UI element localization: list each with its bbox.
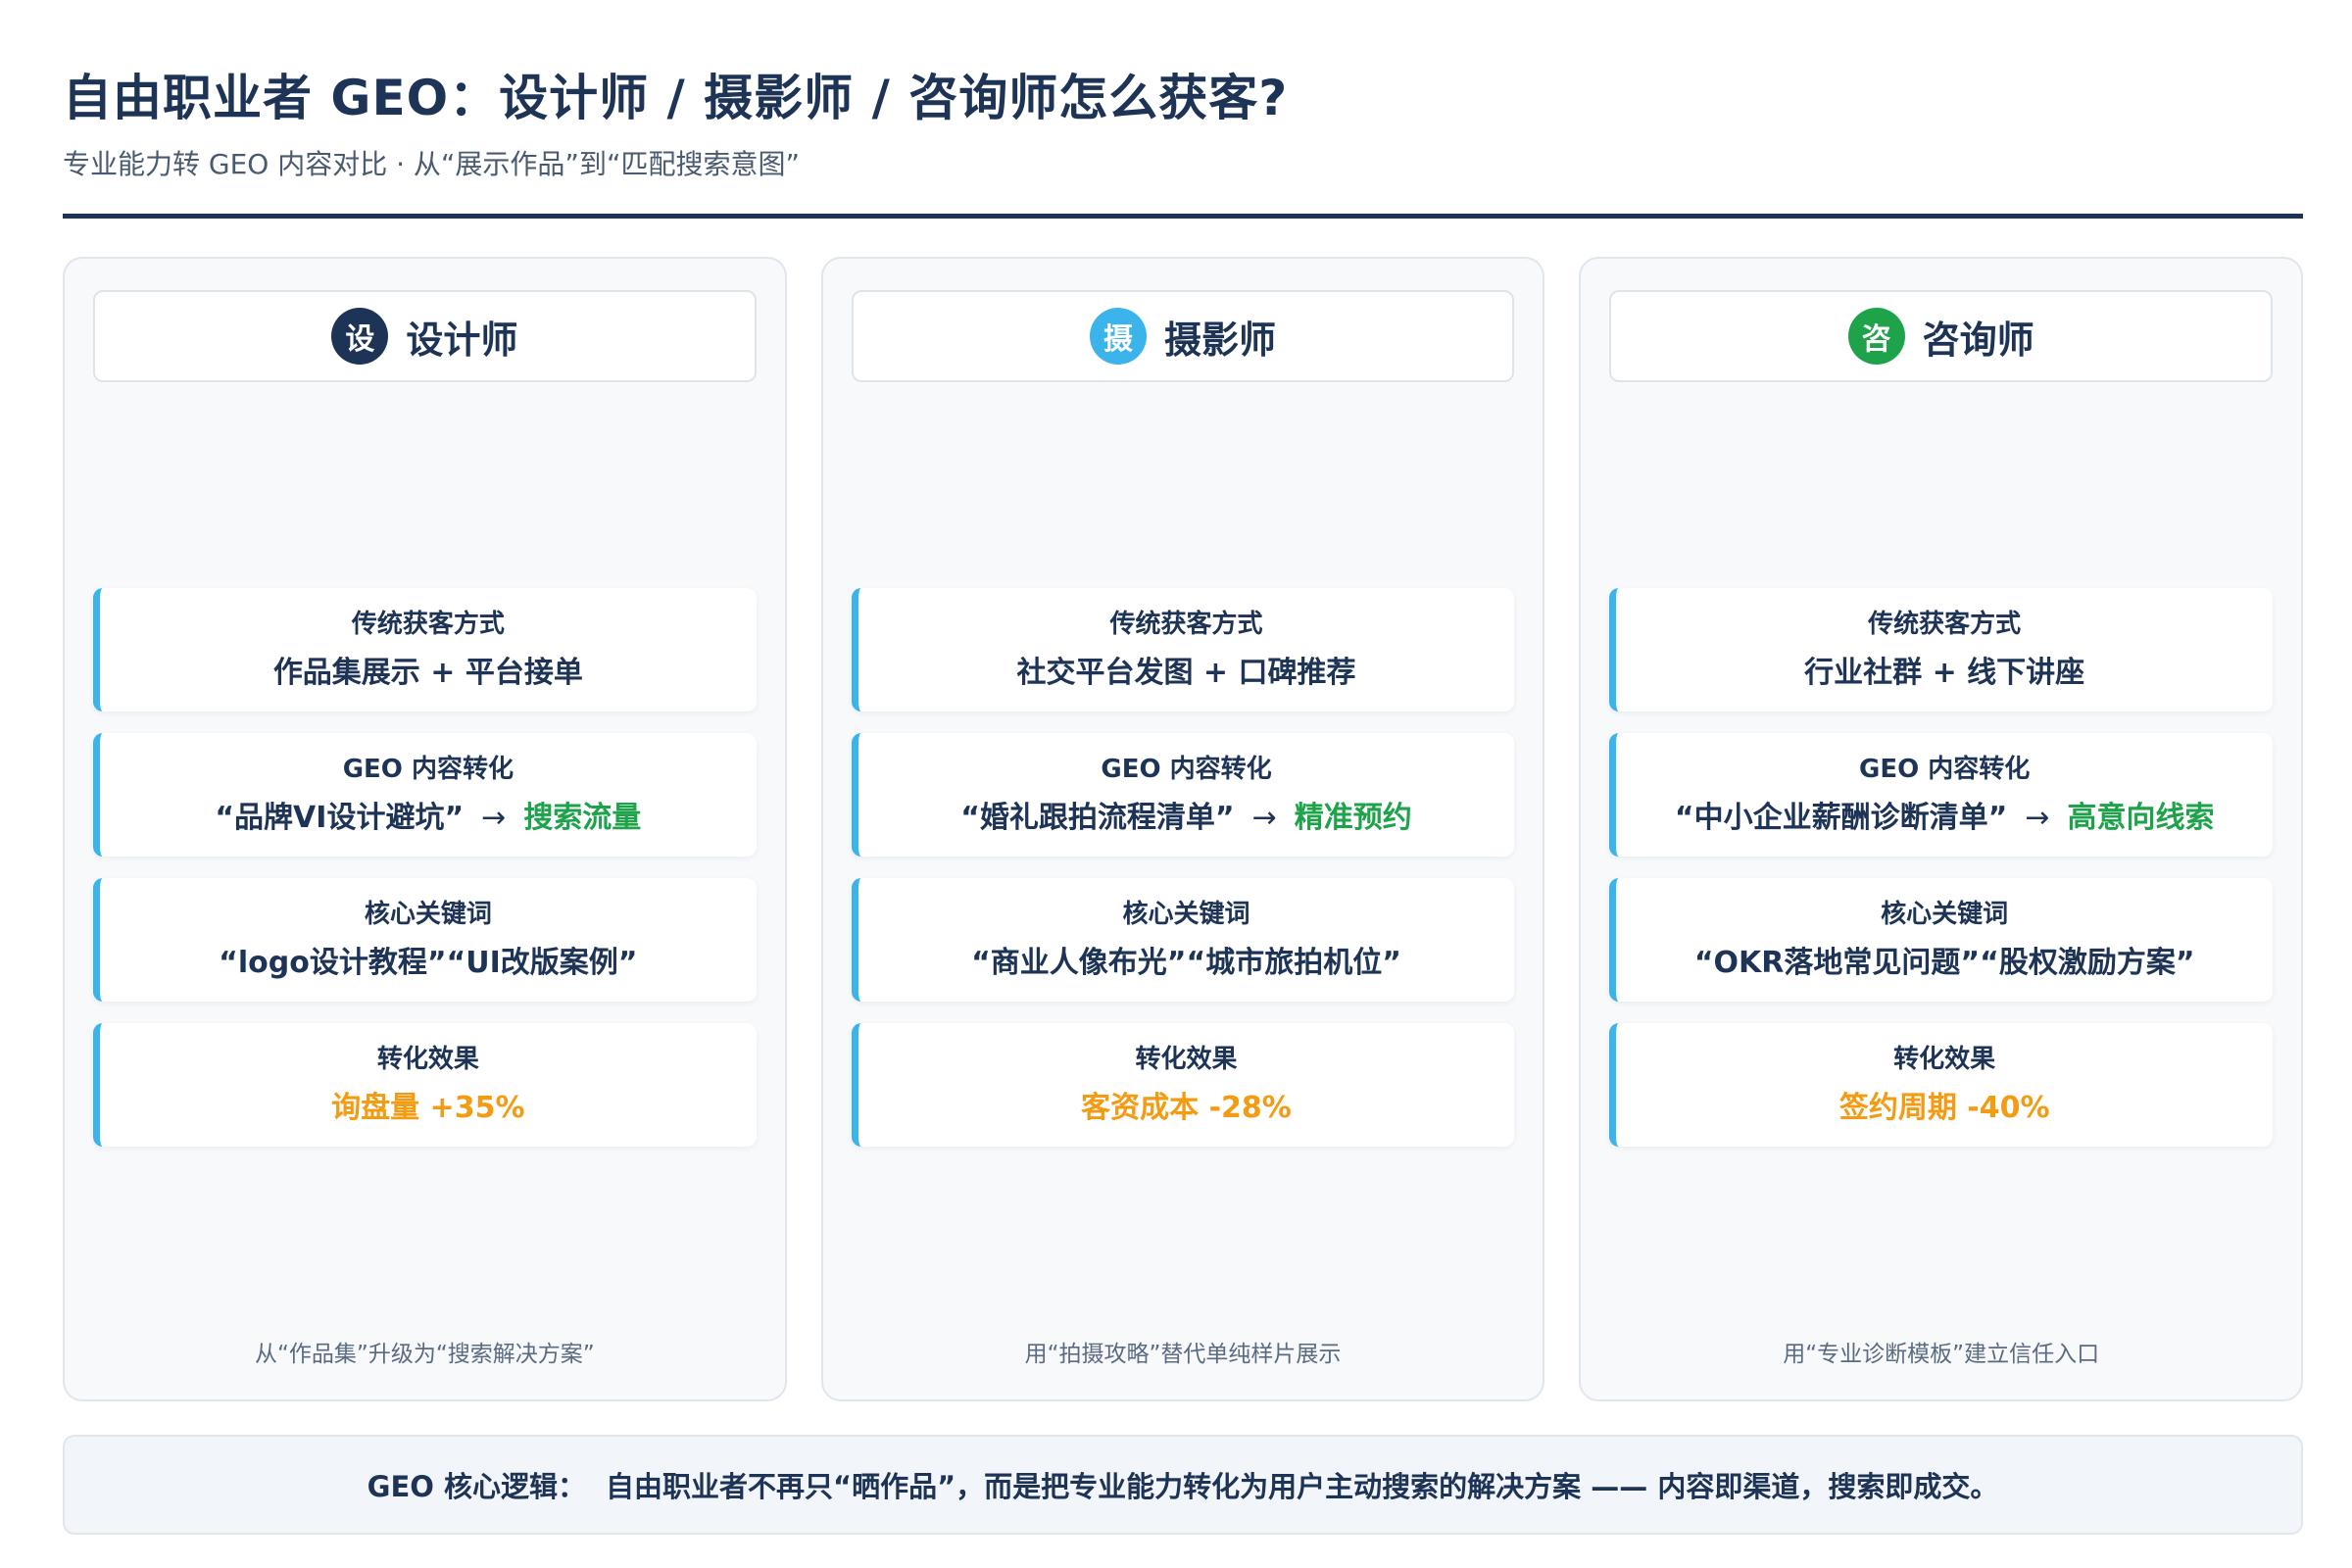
card-label: 转化效果 <box>1893 1045 1996 1074</box>
card-geo: GEO 内容转化 “中小企业薪酬诊断清单” → 高意向线索 <box>1609 733 2274 857</box>
column-photographer: 摄 摄影师 传统获客方式 社交平台发图 + 口碑推荐 GEO 内容转化 “婚礼跟… <box>820 257 1545 1401</box>
geo-content: “品牌VI设计避坑” <box>215 801 465 835</box>
geo-result: 精准预约 <box>1294 801 1412 835</box>
geo-result: 高意向线索 <box>2067 801 2215 835</box>
card-list: 传统获客方式 行业社群 + 线下讲座 GEO 内容转化 “中小企业薪酬诊断清单”… <box>1609 588 2274 1147</box>
card-geo: GEO 内容转化 “婚礼跟拍流程清单” → 精准预约 <box>851 733 1515 857</box>
geo-result: 搜索流量 <box>523 801 642 835</box>
card-value: “logo设计教程”“UI改版案例” <box>219 946 638 980</box>
page-title: 自由职业者 GEO：设计师 / 摄影师 / 咨询师怎么获客? <box>63 70 1289 126</box>
card-traditional: 传统获客方式 社交平台发图 + 口碑推荐 <box>851 588 1515 711</box>
card-value: “品牌VI设计避坑” → 搜索流量 <box>215 799 641 838</box>
card-effect: 转化效果 签约周期 -40% <box>1609 1023 2274 1147</box>
card-geo: GEO 内容转化 “品牌VI设计避坑” → 搜索流量 <box>93 733 757 857</box>
card-label: 核心关键词 <box>1122 900 1250 929</box>
column-title: 咨询师 <box>1922 318 2034 362</box>
column-title: 摄影师 <box>1164 318 1277 362</box>
card-value: “婚礼跟拍流程清单” → 精准预约 <box>960 799 1412 838</box>
card-keywords: 核心关键词 “OKR落地常见问题”“股权激励方案” <box>1609 878 2274 1002</box>
card-label: 传统获客方式 <box>1868 610 2022 639</box>
summary-banner: GEO 核心逻辑： 自由职业者不再只“晒作品”，而是把专业能力转化为用户主动搜索… <box>63 1435 2303 1535</box>
card-label: 传统获客方式 <box>351 610 505 639</box>
card-value: 作品集展示 + 平台接单 <box>272 656 583 690</box>
summary-lead: GEO 核心逻辑： <box>367 1470 587 1503</box>
card-label: 转化效果 <box>1135 1045 1238 1074</box>
card-list: 传统获客方式 作品集展示 + 平台接单 GEO 内容转化 “品牌VI设计避坑” →… <box>93 588 757 1147</box>
column-footer: 用“拍摄攻略”替代单纯样片展示 <box>1024 1342 1342 1367</box>
summary-text: 自由职业者不再只“晒作品”，而是把专业能力转化为用户主动搜索的解决方案 —— 内… <box>606 1470 1999 1503</box>
card-label: GEO 内容转化 <box>342 755 514 784</box>
column-header: 摄 摄影师 <box>851 290 1515 382</box>
column-consultant: 咨 咨询师 传统获客方式 行业社群 + 线下讲座 GEO 内容转化 “中小企业薪… <box>1579 257 2304 1401</box>
card-traditional: 传统获客方式 作品集展示 + 平台接单 <box>93 588 757 711</box>
arrow-right-icon: → <box>1251 801 1277 835</box>
card-label: GEO 内容转化 <box>1101 755 1272 784</box>
card-keywords: 核心关键词 “logo设计教程”“UI改版案例” <box>93 878 757 1002</box>
geo-content: “中小企业薪酬诊断清单” <box>1674 801 2008 835</box>
card-value: “OKR落地常见问题”“股权激励方案” <box>1693 946 2195 980</box>
card-value: 签约周期 -40% <box>1838 1091 2050 1125</box>
column-title: 设计师 <box>406 318 518 362</box>
card-traditional: 传统获客方式 行业社群 + 线下讲座 <box>1609 588 2274 711</box>
comparison-columns: 设 设计师 传统获客方式 作品集展示 + 平台接单 GEO 内容转化 “品牌VI… <box>63 257 2304 1401</box>
column-header: 咨 咨询师 <box>1609 290 2274 382</box>
column-header: 设 设计师 <box>93 290 757 382</box>
badge-icon: 摄 <box>1090 308 1147 365</box>
card-label: 核心关键词 <box>1881 900 2009 929</box>
card-keywords: 核心关键词 “商业人像布光”“城市旅拍机位” <box>851 878 1515 1002</box>
card-list: 传统获客方式 社交平台发图 + 口碑推荐 GEO 内容转化 “婚礼跟拍流程清单”… <box>851 588 1515 1147</box>
badge-icon: 咨 <box>1847 308 1905 365</box>
card-value: 行业社群 + 线下讲座 <box>1804 656 2085 690</box>
geo-content: “婚礼跟拍流程清单” <box>960 801 1235 835</box>
page-subtitle: 专业能力转 GEO 内容对比 · 从“展示作品”到“匹配搜索意图” <box>63 148 800 180</box>
card-label: 核心关键词 <box>364 900 492 929</box>
card-label: GEO 内容转化 <box>1859 755 2031 784</box>
card-effect: 转化效果 客资成本 -28% <box>851 1023 1515 1147</box>
card-value: “中小企业薪酬诊断清单” → 高意向线索 <box>1675 799 2215 838</box>
card-value: 询盘量 +35% <box>331 1091 525 1125</box>
card-effect: 转化效果 询盘量 +35% <box>93 1023 757 1147</box>
header: 自由职业者 GEO：设计师 / 摄影师 / 咨询师怎么获客? 专业能力转 GEO… <box>63 59 2289 186</box>
column-footer: 用“专业诊断模板”建立信任入口 <box>1783 1342 2100 1367</box>
column-designer: 设 设计师 传统获客方式 作品集展示 + 平台接单 GEO 内容转化 “品牌VI… <box>63 257 787 1401</box>
badge-icon: 设 <box>331 308 389 365</box>
arrow-right-icon: → <box>481 801 507 835</box>
card-value: 客资成本 -28% <box>1081 1091 1292 1125</box>
header-divider <box>63 214 2303 219</box>
card-label: 转化效果 <box>376 1045 479 1074</box>
card-value: “商业人像布光”“城市旅拍机位” <box>971 946 1401 980</box>
card-label: 传统获客方式 <box>1109 610 1263 639</box>
column-footer: 从“作品集”升级为“搜索解决方案” <box>255 1342 595 1367</box>
card-value: 社交平台发图 + 口碑推荐 <box>1016 656 1356 690</box>
arrow-right-icon: → <box>2025 801 2050 835</box>
